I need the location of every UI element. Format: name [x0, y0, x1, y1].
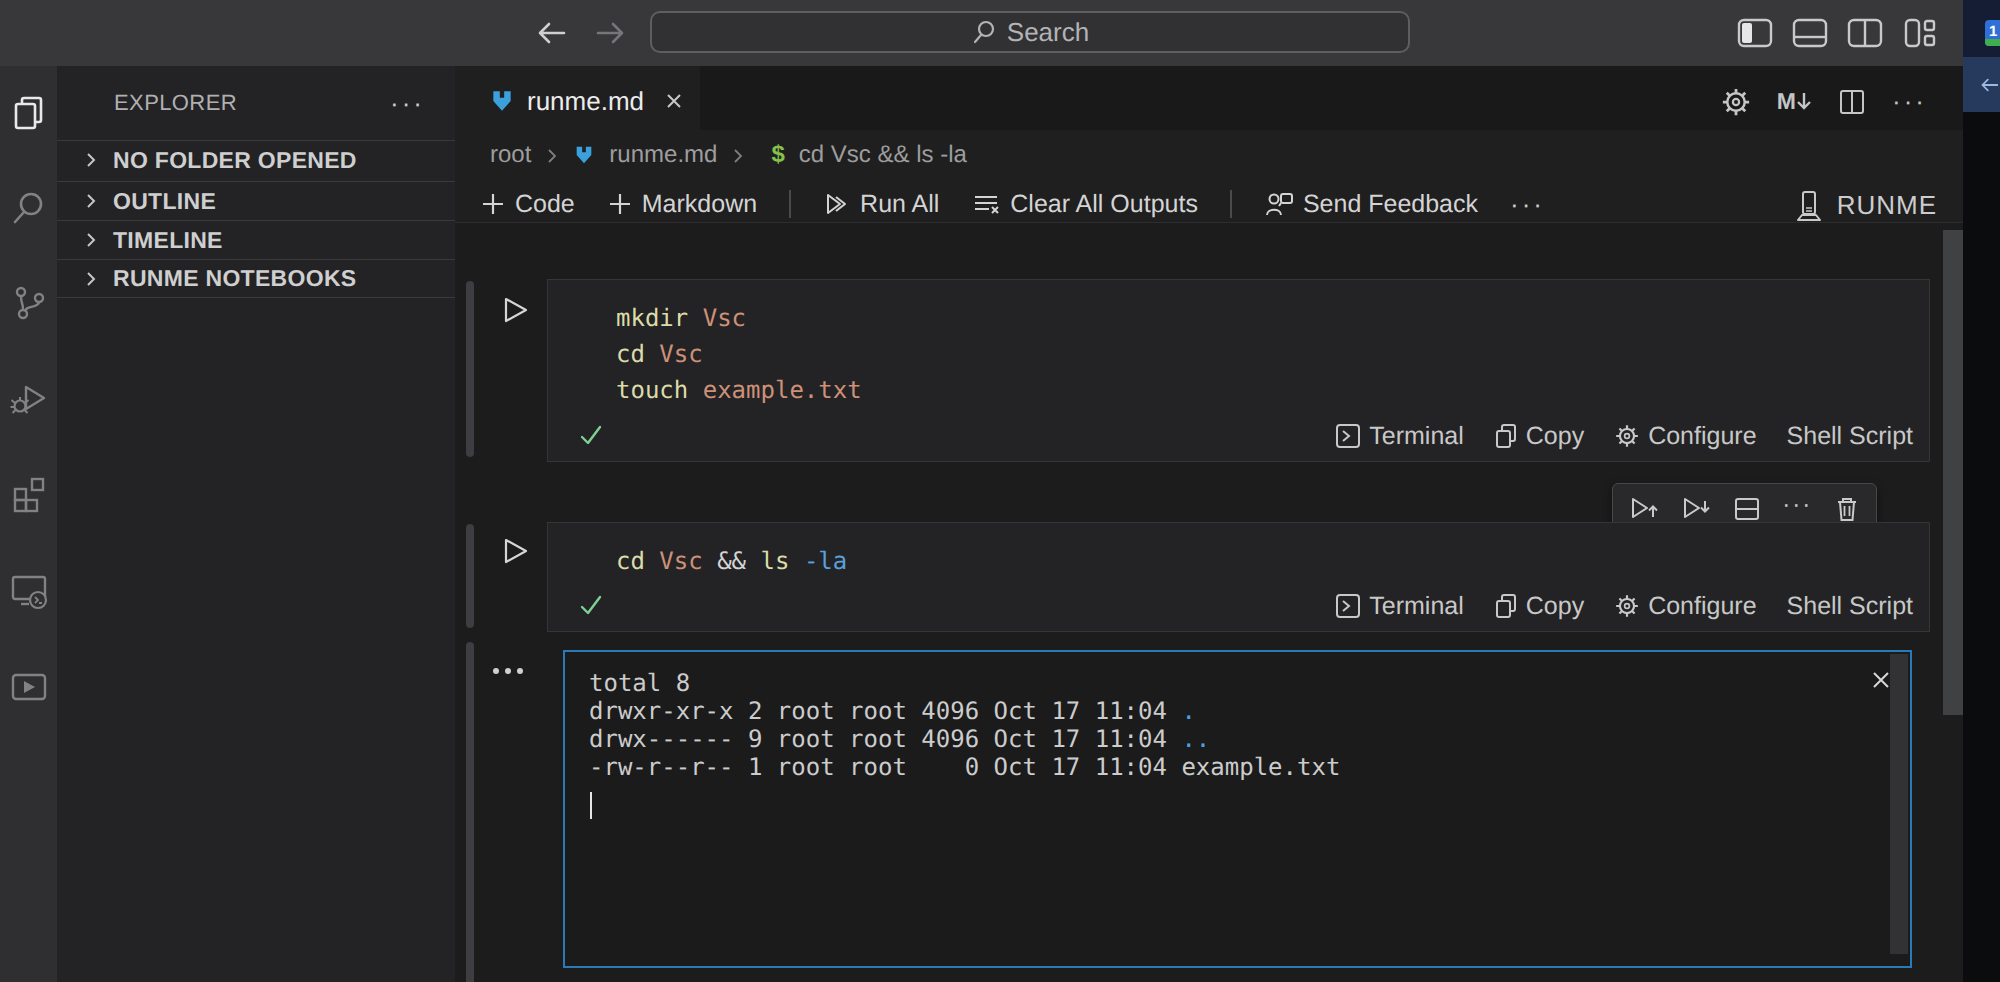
- run-above-icon[interactable]: [1629, 495, 1659, 523]
- cell-output[interactable]: total 8drwxr-xr-x 2 root root 4096 Oct 1…: [563, 650, 1912, 968]
- breadcrumb-file[interactable]: runme.md: [609, 141, 717, 169]
- cell-terminal-button[interactable]: Terminal: [1335, 422, 1463, 451]
- code-cell-2[interactable]: cd Vsc && ls -la Terminal Copy Configure: [547, 522, 1930, 632]
- cell-configure-button[interactable]: Configure: [1614, 422, 1756, 451]
- code-cell-1[interactable]: mkdir Vsccd Vsctouch example.txt Termina…: [547, 279, 1930, 462]
- open-markdown-preview-icon[interactable]: M: [1777, 88, 1812, 115]
- cell-language-label[interactable]: Shell Script: [1787, 592, 1913, 621]
- source-control-icon[interactable]: [0, 273, 57, 333]
- sidebar-section-runme-notebooks[interactable]: RUNME NOTEBOOKS: [57, 259, 455, 298]
- run-all-button[interactable]: Run All: [823, 190, 939, 219]
- background-window-toolbar: [1963, 57, 2000, 112]
- run-below-icon[interactable]: [1681, 495, 1711, 523]
- sidebar-section-timeline[interactable]: TIMELINE: [57, 220, 455, 259]
- background-window-sliver: 1: [1963, 0, 2000, 982]
- breadcrumb-separator-icon: [545, 148, 559, 164]
- breadcrumb-command[interactable]: cd Vsc && ls -la: [799, 141, 967, 169]
- cell-code[interactable]: mkdir Vsccd Vsctouch example.txt: [616, 300, 862, 408]
- cell-focus-bar[interactable]: [466, 524, 474, 628]
- clear-all-outputs-button[interactable]: Clear All Outputs: [971, 190, 1198, 219]
- kernel-label: RUNME: [1837, 190, 1937, 221]
- chevron-right-icon: [83, 152, 99, 168]
- tab-label: runme.md: [527, 86, 644, 117]
- cell-success-icon: [578, 593, 604, 619]
- tab-runme-md[interactable]: runme.md: [455, 66, 700, 130]
- remote-explorer-icon[interactable]: [0, 561, 57, 621]
- notebook-settings-icon[interactable]: [1721, 87, 1751, 117]
- toolbar-more-actions-icon[interactable]: ···: [1510, 189, 1545, 220]
- sidebar-explorer: EXPLORER ··· NO FOLDER OPENED OUTLINE TI…: [57, 66, 455, 982]
- cell-success-icon: [578, 423, 604, 449]
- add-markdown-cell-button[interactable]: Markdown: [607, 190, 757, 219]
- editor-more-actions-icon[interactable]: ···: [1892, 86, 1927, 117]
- output-text: total 8drwxr-xr-x 2 root root 4096 Oct 1…: [589, 669, 1340, 781]
- terminal-cursor: [590, 792, 592, 819]
- cell-copy-button[interactable]: Copy: [1494, 592, 1584, 621]
- notebook-toolbar: Code Markdown Run All Clear All Outputs …: [455, 180, 1963, 223]
- cell-copy-button[interactable]: Copy: [1494, 422, 1584, 451]
- search-sidebar-icon[interactable]: [0, 178, 57, 238]
- tab-close-icon[interactable]: [664, 91, 684, 111]
- output-more-actions-icon[interactable]: [491, 666, 525, 676]
- explorer-icon[interactable]: [0, 83, 57, 143]
- sidebar-section-outline[interactable]: OUTLINE: [57, 181, 455, 220]
- delete-cell-icon[interactable]: [1834, 495, 1860, 523]
- run-cell-button[interactable]: [500, 295, 530, 325]
- search-input[interactable]: Search: [650, 11, 1410, 53]
- cell-focus-bar[interactable]: [466, 281, 474, 457]
- chevron-right-icon: [83, 193, 99, 209]
- editor-scrollbar[interactable]: [1943, 230, 1963, 715]
- sidebar-section-no-folder-opened[interactable]: NO FOLDER OPENED: [57, 140, 455, 179]
- send-feedback-button[interactable]: Send Feedback: [1264, 190, 1478, 219]
- toggle-sidebar-icon[interactable]: [1737, 18, 1773, 48]
- editor-area: runme.md M ··· root runme.md: [455, 66, 1963, 982]
- sidebar-more-actions-icon[interactable]: ···: [390, 88, 425, 119]
- run-cell-button[interactable]: [500, 536, 530, 566]
- back-arrow-icon[interactable]: [534, 19, 568, 47]
- forward-arrow-icon[interactable]: [594, 19, 628, 47]
- breadcrumbs: root runme.md $ cd Vsc && ls -la: [455, 130, 1963, 180]
- cell-more-actions-icon[interactable]: ···: [1782, 491, 1812, 519]
- runme-file-icon: [489, 88, 515, 114]
- cell-code[interactable]: cd Vsc && ls -la: [616, 543, 847, 579]
- sidebar-title: EXPLORER: [114, 90, 237, 116]
- runme-notebooks-icon[interactable]: [0, 657, 57, 717]
- activity-bar: [0, 66, 57, 982]
- output-focus-bar[interactable]: [466, 642, 474, 982]
- title-bar: Search: [0, 0, 2000, 66]
- split-editor-icon[interactable]: [1838, 88, 1866, 116]
- search-placeholder: Search: [1007, 17, 1089, 48]
- toggle-secondary-sidebar-icon[interactable]: [1847, 18, 1883, 48]
- split-cell-icon[interactable]: [1733, 495, 1761, 523]
- breadcrumb-prompt: $: [771, 141, 784, 169]
- cell-language-label[interactable]: Shell Script: [1787, 422, 1913, 451]
- cell-terminal-button[interactable]: Terminal: [1335, 592, 1463, 621]
- toolbar-separator: [789, 190, 791, 218]
- toggle-panel-icon[interactable]: [1792, 18, 1828, 48]
- breadcrumb-root[interactable]: root: [490, 141, 531, 169]
- kernel-selector[interactable]: RUNME: [1795, 180, 1937, 231]
- breadcrumb-separator-icon: [731, 148, 745, 164]
- customize-layout-icon[interactable]: [1902, 18, 1938, 48]
- cell-configure-button[interactable]: Configure: [1614, 592, 1756, 621]
- extensions-icon[interactable]: [0, 465, 57, 525]
- toolbar-separator: [1230, 190, 1232, 218]
- search-icon: [971, 19, 997, 45]
- chevron-right-icon: [83, 232, 99, 248]
- background-window-app-icon: 1: [1985, 20, 2000, 46]
- add-code-cell-button[interactable]: Code: [480, 190, 575, 219]
- chevron-right-icon: [83, 271, 99, 287]
- run-and-debug-icon[interactable]: [0, 369, 57, 429]
- runme-file-icon: [573, 144, 595, 166]
- tab-bar: runme.md M ···: [455, 66, 1963, 130]
- output-scrollbar[interactable]: [1890, 654, 1908, 954]
